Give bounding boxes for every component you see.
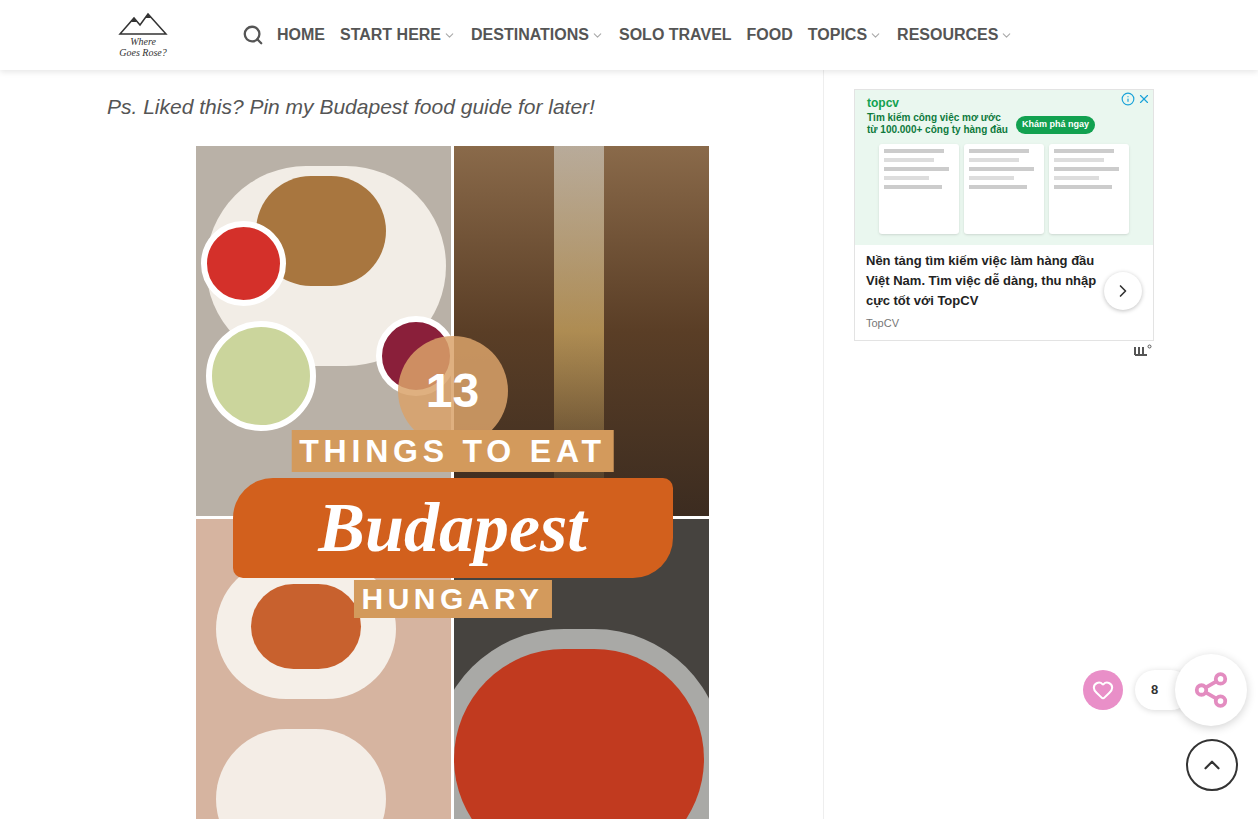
nav-item[interactable]: SOLO TRAVEL [619, 23, 732, 47]
ad-mock-card [879, 144, 959, 234]
ad-mock-card [1049, 144, 1129, 234]
share-button[interactable] [1175, 654, 1247, 726]
page: WhereGoes Rose? HOME START HERE DESTINATION… [0, 0, 1258, 819]
ad-mock-card [964, 144, 1044, 234]
ad-box[interactable]: topcv Tìm kiếm công việc mơ ướctừ 100.000… [854, 89, 1154, 341]
pin-note: Ps. Liked this? Pin my Budapest food gui… [107, 92, 823, 122]
chevron-down-icon [869, 29, 882, 42]
share-icon [1192, 671, 1230, 709]
logo-line: Where [130, 36, 156, 47]
ad-brand: topcv [867, 96, 1141, 110]
ad-info-icon[interactable] [1121, 92, 1135, 106]
nav-item[interactable]: TOPICS [808, 23, 882, 47]
ad-network-icon[interactable] [1134, 344, 1152, 356]
article: Ps. Liked this? Pin my Budapest food gui… [104, 70, 824, 819]
ad-headline: từ 100.000+ công ty hàng đầu [867, 124, 1008, 136]
nav-item[interactable]: HOME [277, 23, 325, 47]
chevron-right-icon [1113, 281, 1133, 301]
ad-image: topcv Tìm kiếm công việc mơ ướctừ 100.000… [855, 90, 1153, 245]
chevron-down-icon [591, 29, 604, 42]
nav-item[interactable]: RESOURCES [897, 23, 1013, 47]
site-header: WhereGoes Rose? HOME START HERE DESTINATION… [0, 0, 1258, 70]
ad-advertiser: TopCV [866, 315, 1098, 332]
nav-item[interactable]: DESTINATIONS [471, 23, 604, 47]
chevron-up-icon [1199, 752, 1225, 778]
chevron-down-icon [1000, 29, 1013, 42]
pin-band: THINGS TO EAT [291, 430, 614, 472]
like-button[interactable] [1083, 670, 1123, 710]
nav-item[interactable]: FOOD [747, 23, 793, 47]
ad-cta[interactable]: Khám phá ngay [1016, 116, 1095, 134]
ad-headline: Tìm kiếm công việc mơ ước [867, 112, 1008, 124]
heart-icon [1092, 679, 1114, 701]
main-nav: HOME START HERE DESTINATIONS SOLO TRAVEL FOO… [277, 23, 1013, 47]
search-icon[interactable] [242, 24, 264, 46]
pin-title: Budapest [233, 478, 673, 578]
ad-next-button[interactable] [1104, 272, 1142, 310]
mountains-icon [118, 12, 168, 36]
ad-close-icon[interactable] [1137, 92, 1151, 106]
logo-line: Goes Rose? [119, 47, 167, 58]
ad-text: Nền tảng tìm kiếm việc làm hàng đầu Việt… [866, 251, 1098, 311]
pin-image[interactable]: 13THINGS TO EATBudapestHUNGARY [196, 146, 709, 819]
scroll-top-button[interactable] [1186, 739, 1238, 791]
site-logo[interactable]: WhereGoes Rose? [114, 12, 172, 58]
chevron-down-icon [443, 29, 456, 42]
nav-item[interactable]: START HERE [340, 23, 456, 47]
pin-band: HUNGARY [353, 580, 551, 618]
